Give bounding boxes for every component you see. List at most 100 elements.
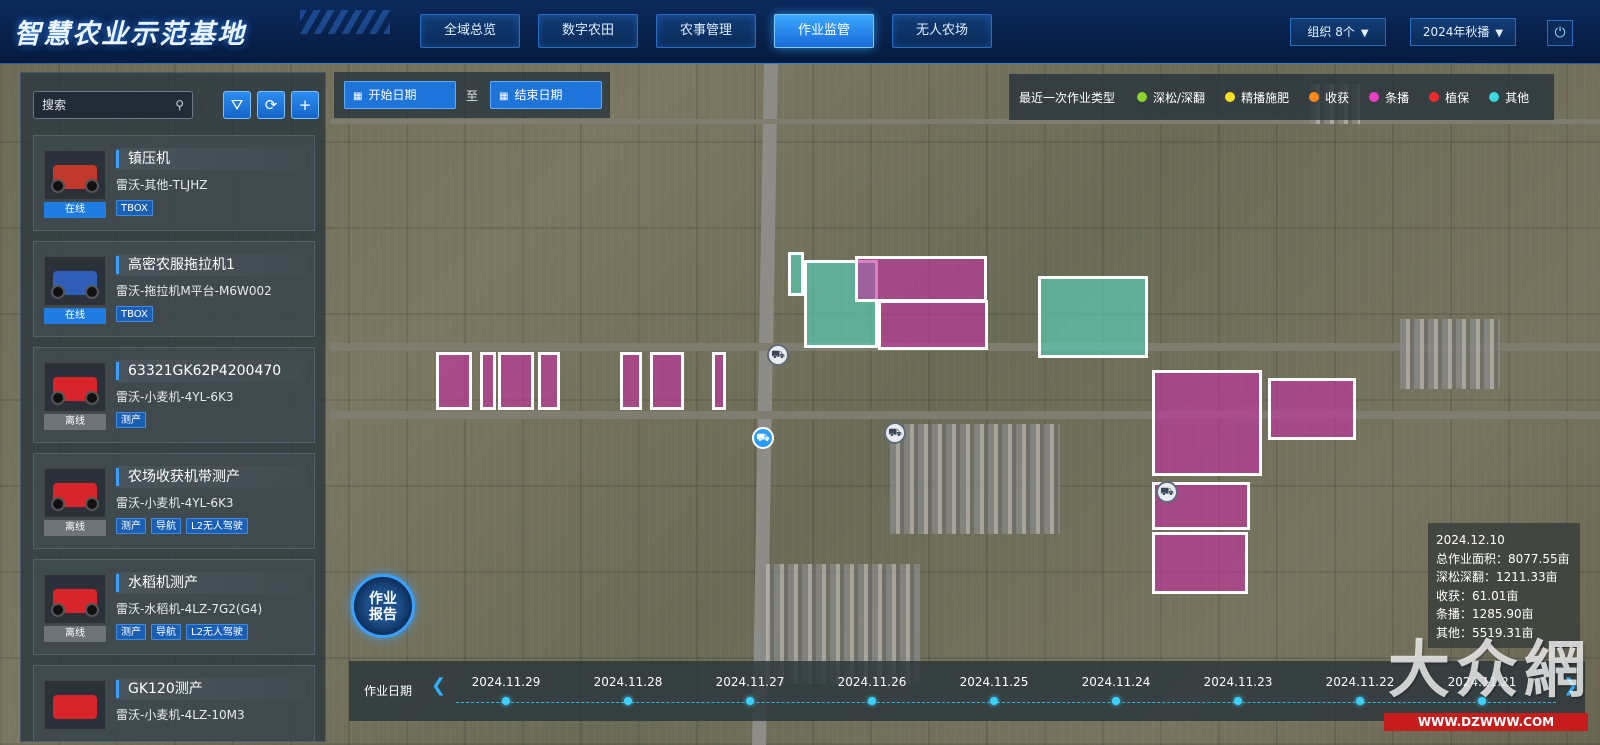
- timeline-item[interactable]: 2024.11.23: [1193, 675, 1283, 705]
- app-title: 智慧农业示范基地: [14, 19, 246, 50]
- legend-item[interactable]: 深松/深翻: [1137, 89, 1205, 106]
- timeline-date: 2024.11.23: [1203, 675, 1273, 689]
- timeline-item[interactable]: 2024.11.26: [827, 675, 917, 705]
- machine-location-icon[interactable]: ⛟: [884, 422, 906, 444]
- village-area: [890, 424, 1060, 534]
- machine-model: 雷沃-小麦机-4LZ-10M3: [116, 708, 245, 722]
- tag: TBOX: [116, 306, 153, 322]
- end-date-label: 结束日期: [514, 88, 563, 102]
- field-plot[interactable]: [436, 352, 472, 410]
- machine-model: 雷沃-其他-TLJHZ: [116, 178, 208, 192]
- timeline-date: 2024.11.27: [715, 675, 785, 689]
- title-decoration: [300, 10, 390, 34]
- org-select-value: 组织 8个: [1307, 25, 1355, 39]
- machine-card[interactable]: 在线 镇压机 雷沃-其他-TLJHZ TBOX: [33, 135, 315, 231]
- field-plot[interactable]: [538, 352, 560, 410]
- tab-farm-management[interactable]: 农事管理: [656, 14, 756, 48]
- machine-card[interactable]: 离线 水稻机测产 雷沃-水稻机-4LZ-7G2(G4) 测产 导航 L2无人驾驶: [33, 559, 315, 655]
- tab-overview[interactable]: 全域总览: [420, 14, 520, 48]
- field-plot[interactable]: [878, 300, 988, 350]
- plus-icon[interactable]: +: [291, 91, 319, 119]
- field-plot[interactable]: [1152, 532, 1248, 594]
- legend-item[interactable]: 精播施肥: [1225, 89, 1289, 106]
- legend-dot: [1489, 92, 1500, 102]
- timeline-item[interactable]: 2024.11.25: [949, 675, 1039, 705]
- chevron-down-icon: ▼: [1360, 28, 1369, 39]
- machine-name: 高密农服拖拉机1: [116, 254, 306, 276]
- legend-label: 收获: [1325, 90, 1350, 105]
- search-icon[interactable]: ⚲: [175, 92, 184, 118]
- machine-model: 雷沃-小麦机-4YL-6K3: [116, 390, 234, 404]
- operation-type-legend: 最近一次作业类型 深松/深翻 精播施肥 收获 条播 植保 其他: [1009, 74, 1554, 120]
- timeline-date: 2024.11.29: [471, 675, 541, 689]
- machine-card[interactable]: 在线 高密农服拖拉机1 雷沃-拖拉机M平台-M6W002 TBOX: [33, 241, 315, 337]
- tag-list: 测产: [116, 412, 146, 428]
- operation-report-button[interactable]: 作业 报告: [351, 574, 415, 638]
- field-plot[interactable]: [1152, 370, 1262, 476]
- end-date-picker[interactable]: ▦ 结束日期: [490, 81, 602, 109]
- machine-card[interactable]: GK120测产 雷沃-小麦机-4LZ-10M3: [33, 665, 315, 741]
- legend-item[interactable]: 条播: [1369, 89, 1409, 106]
- machine-name: GK120测产: [116, 678, 306, 700]
- tag-list: TBOX: [116, 306, 153, 322]
- tab-operation-supervision[interactable]: 作业监管: [774, 14, 874, 48]
- field-plot[interactable]: [712, 352, 726, 410]
- field-plot[interactable]: [480, 352, 496, 410]
- legend-dot: [1225, 92, 1236, 102]
- tab-digital-field[interactable]: 数字农田: [538, 14, 638, 48]
- field-plot[interactable]: [855, 256, 987, 302]
- field-plot[interactable]: [788, 252, 804, 296]
- machine-name: 水稻机测产: [116, 572, 306, 594]
- stats-deep: 深松深翻：1211.33亩: [1436, 570, 1558, 584]
- legend-item[interactable]: 植保: [1429, 89, 1469, 106]
- legend-item[interactable]: 收获: [1309, 89, 1349, 106]
- tag: 测产: [116, 518, 146, 534]
- power-icon[interactable]: ⏻: [1547, 20, 1573, 46]
- stats-harvest: 收获：61.01亩: [1436, 588, 1519, 603]
- machine-location-icon[interactable]: ⛟: [767, 344, 789, 366]
- watermark-url: WWW.DZWWW.COM: [1384, 713, 1588, 731]
- search-input[interactable]: [42, 98, 162, 112]
- legend-item[interactable]: 其他: [1489, 89, 1529, 106]
- chevron-left-icon[interactable]: ❮: [431, 675, 446, 696]
- legend-label: 条播: [1385, 90, 1410, 105]
- legend-label: 植保: [1445, 90, 1470, 105]
- legend-dot: [1309, 92, 1320, 102]
- timeline-item[interactable]: 2024.11.29: [461, 675, 551, 705]
- legend-dot: [1429, 92, 1440, 102]
- status-badge: 离线: [44, 626, 106, 642]
- season-select-value: 2024年秋播: [1422, 25, 1490, 39]
- legend-dot: [1137, 92, 1148, 102]
- field-plot[interactable]: [498, 352, 534, 410]
- timeline-date: 2024.11.26: [837, 675, 907, 689]
- village-area: [1400, 319, 1500, 389]
- machine-thumbnail: [44, 150, 106, 200]
- field-plot[interactable]: [650, 352, 684, 410]
- road: [330, 411, 1600, 419]
- field-plot[interactable]: [620, 352, 642, 410]
- tab-unmanned-farm[interactable]: 无人农场: [892, 14, 992, 48]
- timeline-item[interactable]: 2024.11.27: [705, 675, 795, 705]
- timeline-date: 2024.11.28: [593, 675, 663, 689]
- search-field[interactable]: ⚲: [33, 91, 193, 119]
- filter-icon[interactable]: ⛛: [223, 91, 251, 119]
- season-select[interactable]: 2024年秋播 ▼: [1410, 18, 1516, 46]
- stats-date: 2024.12.10: [1436, 533, 1505, 547]
- tag: L2无人驾驶: [186, 624, 248, 640]
- field-plot[interactable]: [1268, 378, 1356, 440]
- org-select[interactable]: 组织 8个 ▼: [1290, 18, 1386, 46]
- machine-model: 雷沃-水稻机-4LZ-7G2(G4): [116, 602, 263, 616]
- refresh-icon[interactable]: ⟳: [257, 91, 285, 119]
- machine-card[interactable]: 离线 农场收获机带测产 雷沃-小麦机-4YL-6K3 测产 导航 L2无人驾驶: [33, 453, 315, 549]
- chevron-down-icon: ▼: [1495, 28, 1504, 39]
- tag: 导航: [151, 518, 181, 534]
- timeline-item[interactable]: 2024.11.24: [1071, 675, 1161, 705]
- machine-location-icon[interactable]: ⛟: [752, 427, 774, 449]
- timeline-item[interactable]: 2024.11.28: [583, 675, 673, 705]
- machine-location-icon[interactable]: ⛟: [1156, 481, 1178, 503]
- field-plot[interactable]: [1038, 276, 1148, 358]
- status-badge: 在线: [44, 308, 106, 324]
- date-range-bar: ▦ 开始日期 至 ▦ 结束日期: [334, 72, 610, 118]
- start-date-picker[interactable]: ▦ 开始日期: [344, 81, 456, 109]
- machine-card[interactable]: 离线 63321GK62P4200470 雷沃-小麦机-4YL-6K3 测产: [33, 347, 315, 443]
